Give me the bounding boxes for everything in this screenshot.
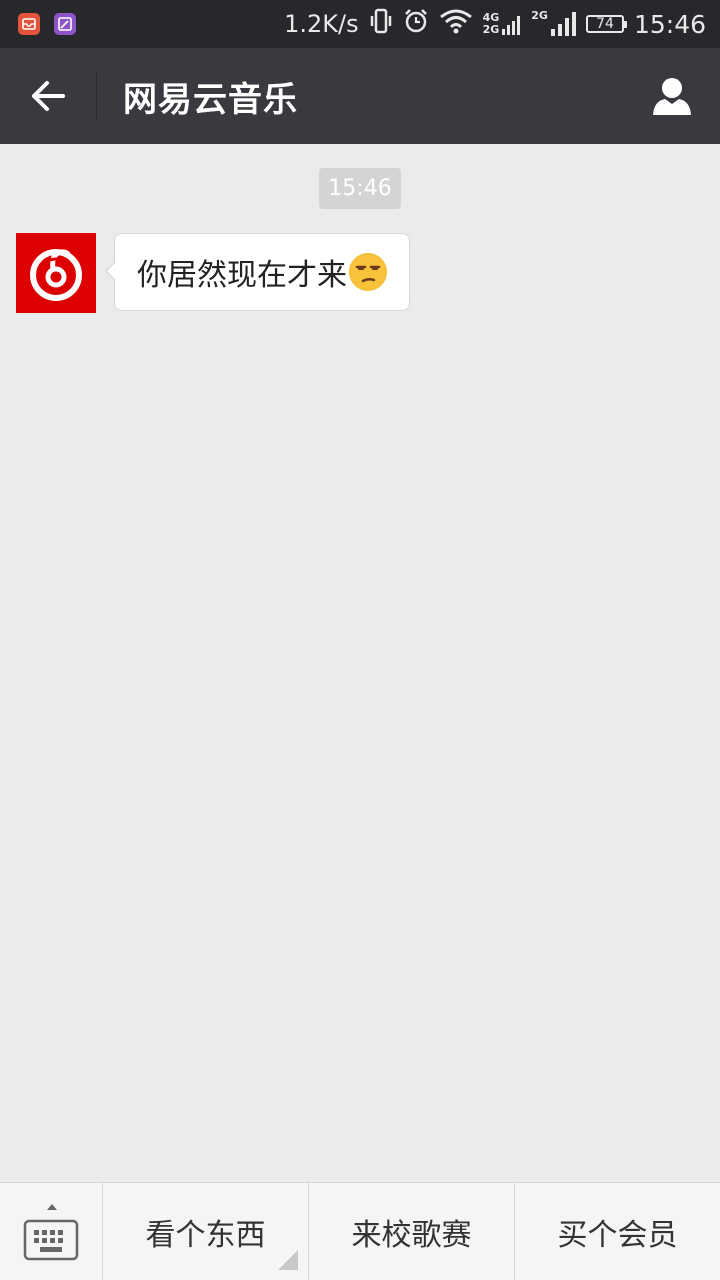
keyboard-toggle-button[interactable] [0, 1183, 103, 1280]
keyboard-icon [23, 1219, 79, 1260]
battery-level: 74 [596, 16, 614, 32]
title-bar: 网易云音乐 [0, 48, 720, 144]
network-type-label: 2G [531, 9, 548, 22]
netease-cloud-music-logo [30, 249, 82, 301]
network-type-label: 2G [482, 23, 500, 36]
message-timestamp: 15:46 [319, 168, 401, 209]
menu-item-label: 买个会员 [557, 1217, 678, 1253]
status-time: 15:46 [633, 9, 706, 39]
status-icons: 1.2K/s 4G 2G 2G 74 15:46 [284, 7, 706, 41]
bottom-menu: 看个东西 来校歌赛 买个会员 [0, 1182, 720, 1280]
wifi-icon [439, 8, 473, 40]
battery-indicator: 74 [585, 15, 627, 33]
back-arrow-icon [32, 81, 65, 111]
message-bubble[interactable]: 你居然现在才来 [105, 233, 410, 311]
menu-item-buy-membership[interactable]: 买个会员 [515, 1183, 720, 1280]
alarm-icon [403, 8, 429, 40]
unamused-face-emoji [349, 253, 387, 291]
chevron-up-icon [47, 1204, 57, 1210]
title-divider [96, 72, 97, 120]
page-title: 网易云音乐 [123, 79, 298, 120]
mail-app-icon [18, 13, 40, 35]
vibrate-icon [369, 7, 393, 41]
menu-item-campus-contest[interactable]: 来校歌赛 [309, 1183, 515, 1280]
menu-item-label: 看个东西 [145, 1217, 266, 1253]
notification-area [18, 13, 76, 35]
signal-icon: 4G 2G [483, 11, 522, 37]
avatar[interactable] [16, 233, 96, 313]
submenu-indicator-icon [278, 1250, 298, 1270]
message-row: 你居然现在才来 [16, 233, 410, 313]
gallery-app-icon [54, 13, 76, 35]
status-bar: 1.2K/s 4G 2G 2G 74 15:46 [0, 0, 720, 48]
person-icon [653, 78, 691, 115]
signal-icon: 2G [531, 10, 576, 38]
message-text: 你居然现在才来 [137, 258, 347, 293]
back-button[interactable] [0, 48, 96, 144]
menu-item-watch[interactable]: 看个东西 [103, 1183, 309, 1280]
network-speed: 1.2K/s [284, 10, 359, 38]
profile-button[interactable] [624, 48, 720, 144]
menu-item-label: 来校歌赛 [351, 1217, 472, 1253]
